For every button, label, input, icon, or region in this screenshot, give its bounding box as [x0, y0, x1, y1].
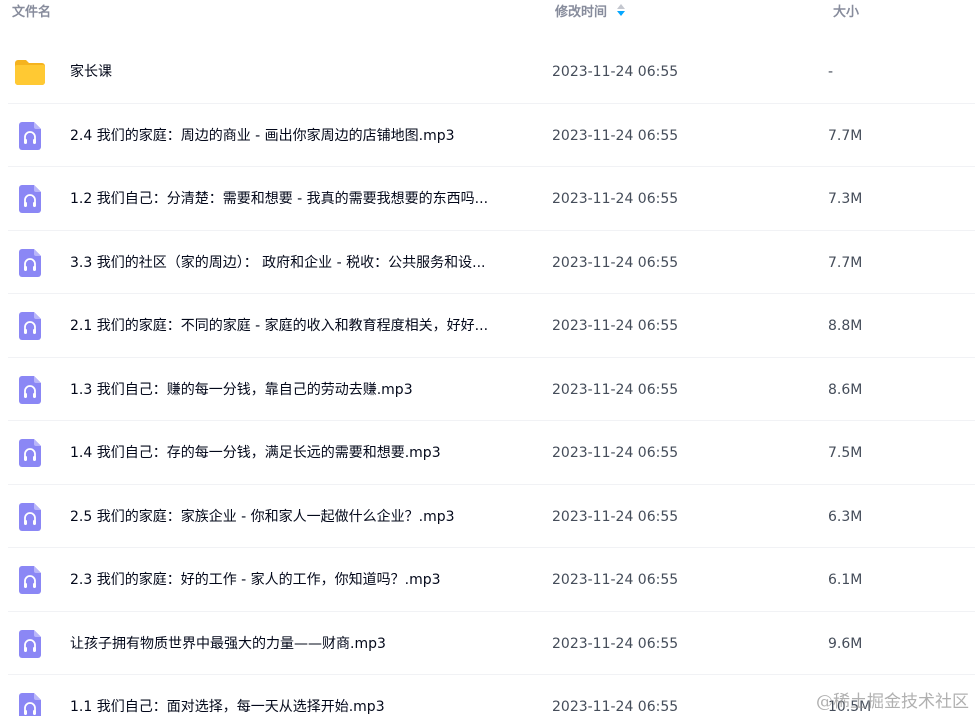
file-modified-time: 2023-11-24 06:55	[552, 635, 679, 652]
file-modified-time: 2023-11-24 06:55	[552, 64, 679, 80]
watermark: @稀土掘金技术社区	[816, 692, 969, 712]
audio-file-icon	[14, 312, 46, 340]
file-modified-time: 2023-11-24 06:55	[552, 191, 679, 207]
file-size: 7.7M	[828, 254, 863, 271]
file-modified-time: 2023-11-24 06:55	[552, 254, 679, 271]
file-modified-time: 2023-11-24 06:55	[552, 445, 679, 461]
audio-file-icon	[14, 566, 46, 594]
file-list-page: 文件名 修改时间 大小 家长课 2023-11-24 06:55 - 2.4 我们的家…	[0, 0, 975, 716]
audio-file-icon	[14, 248, 46, 277]
file-row[interactable]: 1.4 我们自己：存的每一分钱，满足长远的需要和想要.mp3 2023-11-24…	[0, 421, 975, 485]
file-name[interactable]: 让孩子拥有物质世界中最强大的力量——财商.mp3	[70, 634, 530, 654]
file-name[interactable]: 2.4 我们的家庭：周边的商业 - 画出你家周边的店铺地图.mp3	[70, 126, 530, 146]
audio-file-icon	[14, 502, 46, 531]
file-size: -	[828, 64, 834, 80]
file-size: 7.3M	[828, 191, 863, 207]
file-size: 8.6M	[828, 381, 863, 398]
file-modified-time: 2023-11-24 06:55	[552, 508, 679, 525]
file-name[interactable]: 3.3 我们的社区（家的周边）： 政府和企业 - 税收：公共服务和设...	[70, 253, 530, 273]
column-header-modified-time[interactable]: 修改时间	[555, 1, 626, 20]
file-size: 7.5M	[828, 445, 863, 461]
file-row[interactable]: 1.3 我们自己：赚的每一分钱，靠自己的劳动去赚.mp3 2023-11-24 0…	[0, 358, 975, 422]
file-list-header: 文件名 修改时间 大小	[0, 0, 975, 28]
file-size: 7.7M	[828, 127, 863, 144]
audio-file-icon	[14, 439, 46, 467]
column-header-time-label: 修改时间	[555, 5, 608, 20]
file-modified-time: 2023-11-24 06:55	[552, 381, 679, 398]
file-name[interactable]: 2.1 我们的家庭：不同的家庭 - 家庭的收入和教育程度相关，好好...	[70, 316, 530, 336]
file-name[interactable]: 1.3 我们自己：赚的每一分钱，靠自己的劳动去赚.mp3	[70, 380, 530, 400]
file-name[interactable]: 2.3 我们的家庭：好的工作 - 家人的工作，你知道吗？.mp3	[70, 570, 530, 590]
file-name[interactable]: 家长课	[70, 62, 530, 82]
file-size: 9.6M	[828, 635, 863, 652]
folder-icon	[14, 58, 46, 86]
audio-file-icon	[14, 185, 46, 213]
folder-row[interactable]: 家长课 2023-11-24 06:55 -	[0, 40, 975, 104]
file-row[interactable]: 2.4 我们的家庭：周边的商业 - 画出你家周边的店铺地图.mp3 2023-11…	[0, 104, 975, 168]
file-modified-time: 2023-11-24 06:55	[552, 127, 679, 144]
audio-file-icon	[14, 375, 46, 404]
audio-file-icon	[14, 121, 46, 150]
column-header-size-label: 大小	[833, 5, 860, 20]
file-row[interactable]: 3.3 我们的社区（家的周边）： 政府和企业 - 税收：公共服务和设... 202…	[0, 231, 975, 295]
file-row[interactable]: 2.5 我们的家庭：家族企业 - 你和家人一起做什么企业？.mp3 2023-11…	[0, 485, 975, 549]
file-row[interactable]: 1.2 我们自己：分清楚：需要和想要 - 我真的需要我想要的东西吗... 2023…	[0, 167, 975, 231]
sort-descending-icon[interactable]	[617, 3, 626, 18]
file-modified-time: 2023-11-24 06:55	[552, 572, 679, 588]
file-row[interactable]: 2.3 我们的家庭：好的工作 - 家人的工作，你知道吗？.mp3 2023-11-…	[0, 548, 975, 612]
column-header-size[interactable]: 大小	[833, 1, 859, 20]
file-row[interactable]: 让孩子拥有物质世界中最强大的力量——财商.mp3 2023-11-24 06:55…	[0, 612, 975, 676]
file-list: 家长课 2023-11-24 06:55 - 2.4 我们的家庭：周边的商业 - 画出…	[0, 40, 975, 716]
file-row[interactable]: 2.1 我们的家庭：不同的家庭 - 家庭的收入和教育程度相关，好好... 2023…	[0, 294, 975, 358]
column-header-name[interactable]: 文件名	[12, 1, 51, 20]
file-modified-time: 2023-11-24 06:55	[552, 699, 679, 715]
file-modified-time: 2023-11-24 06:55	[552, 318, 679, 334]
file-name[interactable]: 2.5 我们的家庭：家族企业 - 你和家人一起做什么企业？.mp3	[70, 507, 530, 527]
file-size: 6.1M	[828, 572, 863, 588]
column-header-name-label: 文件名	[12, 5, 52, 20]
file-size: 8.8M	[828, 318, 863, 334]
file-name[interactable]: 1.4 我们自己：存的每一分钱，满足长远的需要和想要.mp3	[70, 443, 530, 463]
file-name[interactable]: 1.1 我们自己：面对选择，每一天从选择开始.mp3	[70, 697, 530, 716]
audio-file-icon	[14, 629, 46, 658]
audio-file-icon	[14, 693, 46, 716]
file-name[interactable]: 1.2 我们自己：分清楚：需要和想要 - 我真的需要我想要的东西吗...	[70, 189, 530, 209]
file-size: 6.3M	[828, 508, 863, 525]
